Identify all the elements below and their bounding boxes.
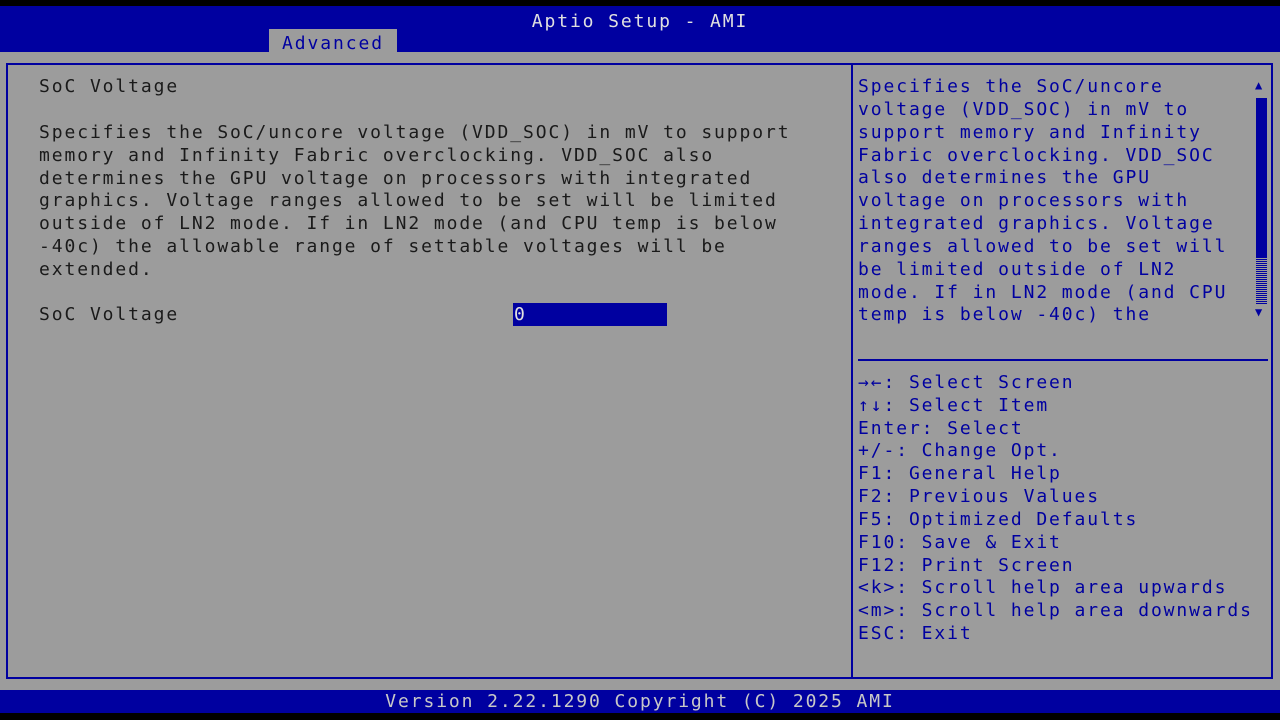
- key-hint: <k>: Scroll help area upwards: [858, 576, 1227, 599]
- key-hint: <m>: Scroll help area downwards: [858, 599, 1253, 622]
- description-line: -40c) the allowable range of settable vo…: [39, 235, 727, 258]
- description-line: Specifies the SoC/uncore voltage (VDD_SO…: [39, 121, 790, 144]
- soc-voltage-input[interactable]: 0: [513, 303, 667, 326]
- help-line: mode. If in LN2 mode (and CPU: [858, 281, 1227, 304]
- scroll-down-arrow-icon[interactable]: ▼: [1255, 305, 1262, 319]
- help-line: also determines the GPU: [858, 166, 1151, 189]
- key-hint: F1: General Help: [858, 462, 1062, 485]
- app-title: Aptio Setup - AMI: [0, 11, 1280, 32]
- scrollbar-thumb[interactable]: [1256, 98, 1267, 258]
- help-line: support memory and Infinity: [858, 121, 1202, 144]
- key-hint: →←: Select Screen: [858, 371, 1075, 394]
- title-bar: Aptio Setup - AMI Advanced: [0, 6, 1280, 52]
- key-hint: F2: Previous Values: [858, 485, 1100, 508]
- settings-panel: SoC Voltage Specifies the SoC/uncore vol…: [6, 63, 851, 679]
- key-hint: +/-: Change Opt.: [858, 439, 1062, 462]
- help-panel: Specifies the SoC/uncore voltage (VDD_SO…: [851, 63, 1273, 679]
- scroll-up-arrow-icon[interactable]: ▲: [1255, 78, 1262, 92]
- description-line: memory and Infinity Fabric overclocking.…: [39, 144, 714, 167]
- key-hint: F10: Save & Exit: [858, 531, 1062, 554]
- help-line: ranges allowed to be set will: [858, 235, 1227, 258]
- description-line: extended.: [39, 258, 154, 281]
- scrollbar-track[interactable]: [1256, 258, 1267, 304]
- divider: [858, 359, 1268, 361]
- description-line: outside of LN2 mode. If in LN2 mode (and…: [39, 212, 778, 235]
- footer-version: Version 2.22.1290 Copyright (C) 2025 AMI: [0, 690, 1280, 713]
- key-hint: ↑↓: Select Item: [858, 394, 1049, 417]
- section-heading: SoC Voltage: [39, 75, 179, 98]
- help-line: temp is below -40c) the: [858, 303, 1151, 326]
- help-line: Specifies the SoC/uncore: [858, 75, 1164, 98]
- help-line: integrated graphics. Voltage: [858, 212, 1215, 235]
- main-area: SoC Voltage Specifies the SoC/uncore vol…: [0, 52, 1280, 690]
- description-line: determines the GPU voltage on processors…: [39, 167, 752, 190]
- key-hint: F12: Print Screen: [858, 554, 1075, 577]
- description-line: graphics. Voltage ranges allowed to be s…: [39, 189, 778, 212]
- soc-voltage-label: SoC Voltage: [39, 303, 179, 326]
- help-line: Fabric overclocking. VDD_SOC: [858, 144, 1215, 167]
- help-line: voltage on processors with: [858, 189, 1189, 212]
- help-line: voltage (VDD_SOC) in mV to: [858, 98, 1189, 121]
- key-hint: ESC: Exit: [858, 622, 973, 645]
- key-hint: F5: Optimized Defaults: [858, 508, 1138, 531]
- key-hint: Enter: Select: [858, 417, 1024, 440]
- help-line: be limited outside of LN2: [858, 258, 1176, 281]
